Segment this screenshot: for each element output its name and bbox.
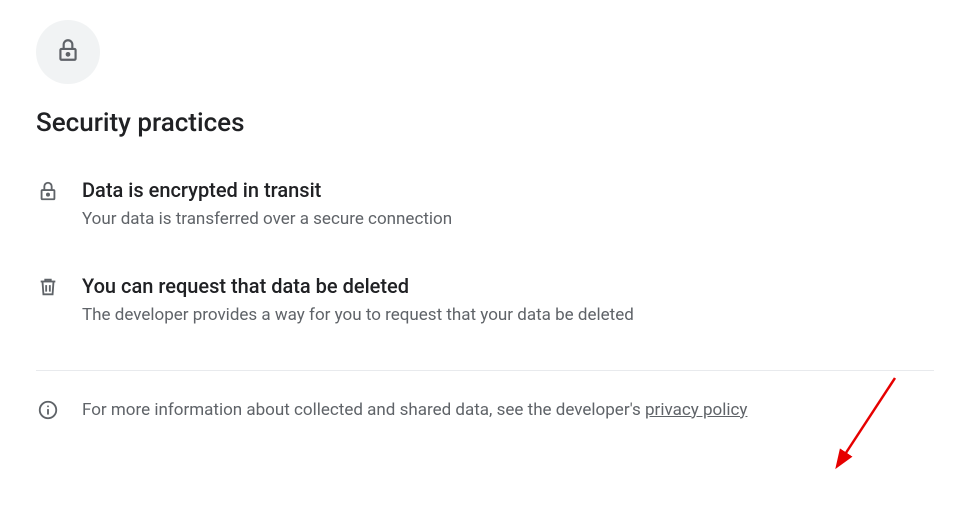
info-icon (36, 399, 60, 421)
lock-icon (36, 178, 60, 202)
trash-icon (36, 274, 60, 298)
practice-item: Data is encrypted in transit Your data i… (36, 178, 934, 232)
lock-icon (55, 37, 81, 67)
annotation-arrow (820, 370, 910, 480)
practice-title: Data is encrypted in transit (82, 178, 934, 202)
header-lock-circle (36, 20, 100, 84)
footer-info-row: For more information about collected and… (36, 399, 934, 421)
practice-description: Your data is transferred over a secure c… (82, 208, 934, 232)
footer-text: For more information about collected and… (82, 400, 747, 420)
divider (36, 370, 934, 371)
privacy-policy-link[interactable]: privacy policy (645, 400, 747, 420)
section-title: Security practices (36, 108, 934, 138)
practice-item: You can request that data be deleted The… (36, 274, 934, 328)
practice-description: The developer provides a way for you to … (82, 304, 934, 328)
footer-prefix: For more information about collected and… (82, 400, 645, 420)
practice-title: You can request that data be deleted (82, 274, 934, 298)
